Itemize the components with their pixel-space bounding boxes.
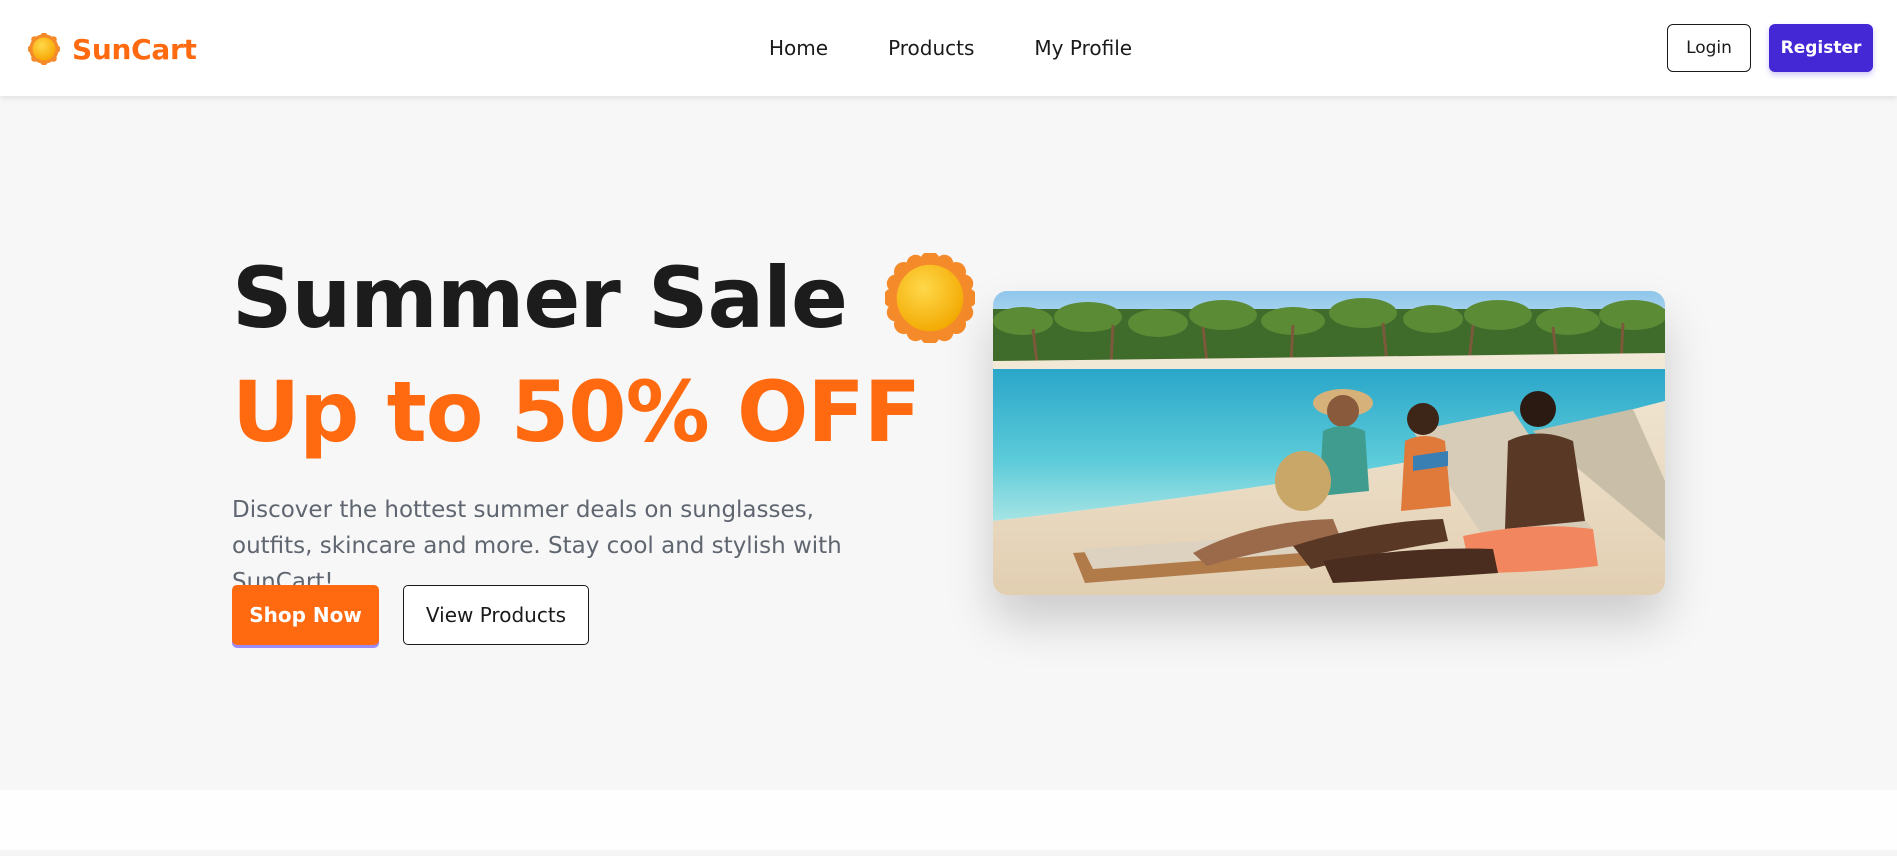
section-divider [0, 850, 1897, 856]
sun-icon [884, 253, 975, 343]
hero-section: Summer Sale Up to 50% OFF Discover the h… [0, 96, 1897, 790]
hero-actions: Shop Now View Products [232, 585, 589, 645]
view-products-button[interactable]: View Products [403, 585, 589, 645]
brand-name: SunCart [72, 32, 197, 66]
hero-title-text: Summer Sale [232, 249, 848, 347]
next-section [0, 790, 1897, 850]
nav-home[interactable]: Home [769, 36, 828, 60]
hero-image [993, 291, 1665, 595]
login-button[interactable]: Login [1667, 24, 1751, 72]
nav-products[interactable]: Products [888, 36, 974, 60]
nav-my-profile[interactable]: My Profile [1034, 36, 1132, 60]
site-header: SunCart Home Products My Profile Login R… [0, 0, 1897, 96]
hero-title: Summer Sale [232, 253, 975, 343]
hero-description: Discover the hottest summer deals on sun… [232, 497, 842, 595]
beach-photo [993, 291, 1665, 595]
shop-now-button[interactable]: Shop Now [232, 585, 379, 645]
auth-buttons: Login Register [1667, 24, 1873, 72]
register-button[interactable]: Register [1769, 24, 1873, 72]
hero-subtitle: Up to 50% OFF [232, 363, 921, 461]
sun-icon [28, 33, 60, 65]
brand-logo-link[interactable]: SunCart [28, 32, 197, 66]
main-nav: Home Products My Profile [769, 36, 1132, 60]
